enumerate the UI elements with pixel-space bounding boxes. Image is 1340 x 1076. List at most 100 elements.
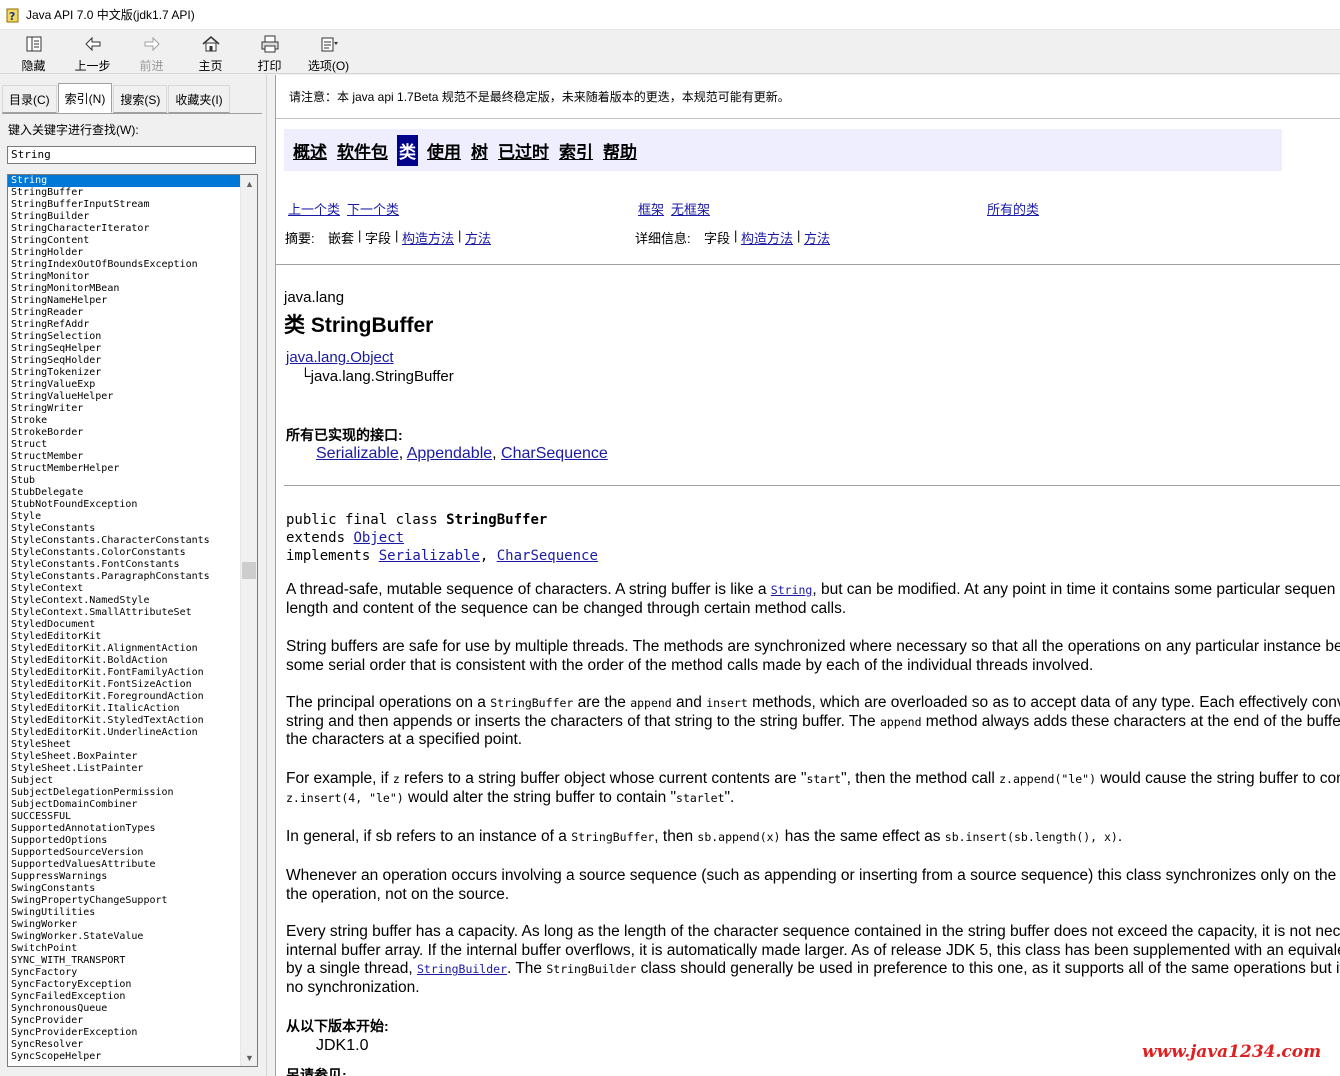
index-list-item[interactable]: Subject	[8, 775, 240, 787]
prev-class-link[interactable]: 上一个类	[288, 199, 340, 218]
index-list-item[interactable]: StyleContext.NamedStyle	[8, 595, 240, 607]
index-list-item[interactable]: StyledEditorKit.ItalicAction	[8, 703, 240, 715]
index-list-item[interactable]: SupportedSourceVersion	[8, 847, 240, 859]
nav-overview[interactable]: 概述	[292, 138, 328, 163]
index-list-item[interactable]: SwingWorker	[8, 919, 240, 931]
nav-package[interactable]: 软件包	[336, 138, 389, 163]
index-list-item[interactable]: SyncFailedException	[8, 991, 240, 1003]
interface-link[interactable]: CharSequence	[501, 445, 608, 462]
print-button[interactable]: 打印	[240, 30, 299, 74]
index-list-item[interactable]: SyncResolver	[8, 1039, 240, 1051]
interface-link[interactable]: Appendable	[407, 445, 492, 462]
index-list-item[interactable]: StringMonitorMBean	[8, 283, 240, 295]
pane-splitter[interactable]	[266, 75, 276, 1076]
index-list-item[interactable]: StyleSheet.ListPainter	[8, 763, 240, 775]
index-list-item[interactable]: StyleSheet.BoxPainter	[8, 751, 240, 763]
index-list-item[interactable]: StringBuilder	[8, 211, 240, 223]
index-list-item[interactable]: StyledEditorKit.FontSizeAction	[8, 679, 240, 691]
index-list-item[interactable]: SwingConstants	[8, 883, 240, 895]
index-list-item[interactable]: SyncProvider	[8, 1015, 240, 1027]
frames-link[interactable]: 框架	[638, 199, 664, 218]
detail-constructor-link[interactable]: 构造方法	[741, 228, 793, 247]
scroll-thumb[interactable]	[242, 562, 256, 579]
scroll-down-arrow-icon[interactable]: ▼	[241, 1049, 257, 1066]
scroll-up-arrow-icon[interactable]: ▲	[241, 175, 257, 192]
index-list-item[interactable]: StyledEditorKit.UnderlineAction	[8, 727, 240, 739]
back-button[interactable]: 上一步	[63, 30, 122, 74]
index-list-item[interactable]: SUCCESSFUL	[8, 811, 240, 823]
tab-favorites[interactable]: 收藏夹(I)	[168, 85, 230, 113]
decl-object-link[interactable]: Object	[353, 530, 404, 546]
index-list-item[interactable]: StringBuffer	[8, 187, 240, 199]
index-list-item[interactable]: StyledEditorKit.StyledTextAction	[8, 715, 240, 727]
next-class-link[interactable]: 下一个类	[347, 199, 399, 218]
nav-index[interactable]: 索引	[558, 138, 594, 163]
index-list-item[interactable]: Stub	[8, 475, 240, 487]
index-list-item[interactable]: StyledDocument	[8, 619, 240, 631]
index-list-item[interactable]: StructMemberHelper	[8, 463, 240, 475]
index-list-item[interactable]: StringValueHelper	[8, 391, 240, 403]
index-list-item[interactable]: StyledEditorKit.AlignmentAction	[8, 643, 240, 655]
index-list-item[interactable]: SwingWorker.StateValue	[8, 931, 240, 943]
index-list-item[interactable]: SynchronousQueue	[8, 1003, 240, 1015]
index-list-item[interactable]: String	[8, 175, 240, 187]
index-list-item[interactable]: StyledEditorKit.FontFamilyAction	[8, 667, 240, 679]
keyword-input[interactable]: String	[7, 146, 256, 164]
index-list-item[interactable]: SyncProviderException	[8, 1027, 240, 1039]
index-list-item[interactable]: StrokeBorder	[8, 427, 240, 439]
index-list-item[interactable]: StringCharacterIterator	[8, 223, 240, 235]
index-list-item[interactable]: Struct	[8, 439, 240, 451]
index-list-item[interactable]: StyleContext	[8, 583, 240, 595]
index-list[interactable]: String StringBuffer StringBufferInputStrea…	[7, 174, 258, 1067]
index-list-item[interactable]: StubNotFoundException	[8, 499, 240, 511]
index-list-item[interactable]: StyledEditorKit	[8, 631, 240, 643]
index-list-item[interactable]: SyncScopeHelper	[8, 1051, 240, 1063]
index-list-item[interactable]: SwingUtilities	[8, 907, 240, 919]
index-list-item[interactable]: SyncFactoryException	[8, 979, 240, 991]
index-list-item[interactable]: Stroke	[8, 415, 240, 427]
index-list-item[interactable]: StyleConstants.CharacterConstants	[8, 535, 240, 547]
index-list-item[interactable]: StringReader	[8, 307, 240, 319]
index-list-item[interactable]: StringValueExp	[8, 379, 240, 391]
index-list-item[interactable]: SwingPropertyChangeSupport	[8, 895, 240, 907]
index-list-item[interactable]: StructMember	[8, 451, 240, 463]
all-classes-link[interactable]: 所有的类	[987, 199, 1039, 218]
index-list-item[interactable]: SubjectDomainCombiner	[8, 799, 240, 811]
tab-search[interactable]: 搜索(S)	[113, 85, 168, 113]
index-list-item[interactable]: StyleSheet	[8, 739, 240, 751]
index-list-item[interactable]: StyledEditorKit.ForegroundAction	[8, 691, 240, 703]
nav-help[interactable]: 帮助	[602, 138, 638, 163]
tab-index[interactable]: 索引(N)	[57, 83, 113, 113]
index-list-item[interactable]: SYNC_WITH_TRANSPORT	[8, 955, 240, 967]
options-button[interactable]: 选项(O)	[299, 30, 358, 74]
index-list-item[interactable]: StyledEditorKit.BoldAction	[8, 655, 240, 667]
index-list-item[interactable]: SyncFactory	[8, 967, 240, 979]
superclass-link[interactable]: java.lang.Object	[286, 349, 394, 366]
index-list-item[interactable]: StringSelection	[8, 331, 240, 343]
decl-charsequence-link[interactable]: CharSequence	[497, 548, 598, 564]
hide-button[interactable]: 隐藏	[4, 30, 63, 74]
detail-method-link[interactable]: 方法	[804, 228, 830, 247]
tab-contents[interactable]: 目录(C)	[2, 85, 57, 113]
index-list-item[interactable]: SupportedAnnotationTypes	[8, 823, 240, 835]
index-list-item[interactable]: Style	[8, 511, 240, 523]
index-list-item[interactable]: StyleConstants.ColorConstants	[8, 547, 240, 559]
interface-link[interactable]: Serializable	[316, 445, 399, 462]
decl-serializable-link[interactable]: Serializable	[379, 548, 480, 564]
index-list-item[interactable]: StringContent	[8, 235, 240, 247]
index-list-item[interactable]: StringNameHelper	[8, 295, 240, 307]
index-list-item[interactable]: StringSeqHelper	[8, 343, 240, 355]
index-list-item[interactable]: StringBufferInputStream	[8, 199, 240, 211]
summary-method-link[interactable]: 方法	[465, 228, 491, 247]
stringbuilder-link[interactable]: StringBuilder	[417, 962, 507, 976]
summary-constructor-link[interactable]: 构造方法	[402, 228, 454, 247]
index-list-item[interactable]: SuppressWarnings	[8, 871, 240, 883]
index-list-item[interactable]: StringWriter	[8, 403, 240, 415]
index-list-item[interactable]: StubDelegate	[8, 487, 240, 499]
index-list-item[interactable]: StyleConstants	[8, 523, 240, 535]
index-list-item[interactable]: StyleConstants.FontConstants	[8, 559, 240, 571]
index-list-item[interactable]: SwitchPoint	[8, 943, 240, 955]
index-list-item[interactable]: StringSeqHolder	[8, 355, 240, 367]
forward-button[interactable]: 前进	[122, 30, 181, 74]
index-list-item[interactable]: SubjectDelegationPermission	[8, 787, 240, 799]
